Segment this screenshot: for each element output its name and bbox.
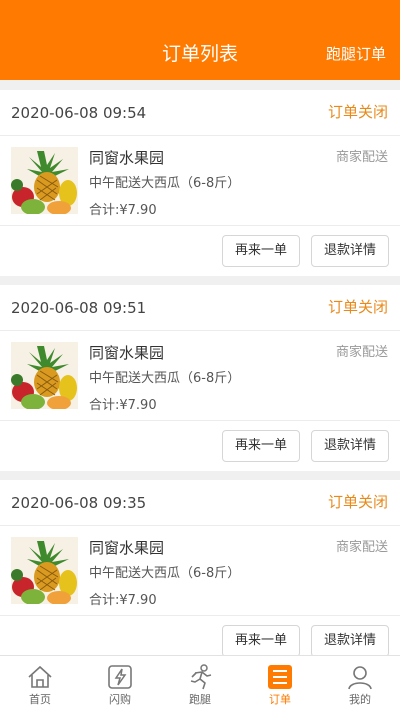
order-card-actions: 再来一单 退款详情: [0, 226, 400, 276]
tab-label: 跑腿: [189, 693, 211, 706]
tab-label: 闪购: [109, 693, 131, 706]
tab-profile[interactable]: 我的: [320, 656, 400, 711]
item-name: 中午配送大西瓜（6-8斤）: [89, 566, 241, 581]
errand-orders-link[interactable]: 跑腿订单: [326, 42, 386, 66]
order-card: 2020-06-08 09:51 订单关闭 同窗水果园 商家配送 中午配送大西瓜…: [0, 285, 400, 471]
order-total: 合计:¥7.90: [89, 398, 157, 413]
order-item[interactable]: 同窗水果园 商家配送 中午配送大西瓜（6-8斤） 合计:¥7.90: [0, 136, 400, 226]
order-total: 合计:¥7.90: [89, 203, 157, 218]
order-total: 合计:¥7.90: [89, 593, 157, 608]
shop-name: 同窗水果园: [89, 149, 165, 167]
home-icon: [26, 663, 54, 691]
shop-name: 同窗水果园: [89, 344, 165, 362]
product-thumbnail: [11, 342, 78, 409]
tab-errand[interactable]: 跑腿: [160, 656, 240, 711]
reorder-button[interactable]: 再来一单: [222, 625, 300, 657]
reorder-button[interactable]: 再来一单: [222, 235, 300, 267]
user-icon: [346, 663, 374, 691]
order-status: 订单关闭: [327, 103, 388, 121]
tab-home[interactable]: 首页: [0, 656, 80, 711]
shop-name: 同窗水果园: [89, 539, 165, 557]
order-item[interactable]: 同窗水果园 商家配送 中午配送大西瓜（6-8斤） 合计:¥7.90: [0, 526, 400, 616]
product-thumbnail: [11, 147, 78, 214]
tab-label: 订单: [269, 693, 291, 706]
tab-orders[interactable]: 订单: [240, 656, 320, 711]
tab-label: 首页: [29, 693, 51, 706]
order-list-icon: [266, 663, 294, 691]
refund-details-button[interactable]: 退款详情: [311, 235, 389, 267]
delivery-type: 商家配送: [335, 150, 388, 165]
delivery-type: 商家配送: [335, 345, 388, 360]
runner-icon: [186, 663, 214, 691]
order-time: 2020-06-08 09:51: [11, 299, 147, 317]
order-time: 2020-06-08 09:54: [11, 104, 147, 122]
flash-icon: [106, 663, 134, 691]
order-status: 订单关闭: [327, 493, 388, 511]
item-name: 中午配送大西瓜（6-8斤）: [89, 371, 241, 386]
tab-label: 我的: [349, 693, 371, 706]
order-status: 订单关闭: [327, 298, 388, 316]
reorder-button[interactable]: 再来一单: [222, 430, 300, 462]
order-time: 2020-06-08 09:35: [11, 494, 147, 512]
delivery-type: 商家配送: [335, 540, 388, 555]
order-item[interactable]: 同窗水果园 商家配送 中午配送大西瓜（6-8斤） 合计:¥7.90: [0, 331, 400, 421]
item-name: 中午配送大西瓜（6-8斤）: [89, 176, 241, 191]
order-card: 2020-06-08 09:35 订单关闭 同窗水果园 商家配送 中午配送大西瓜…: [0, 480, 400, 666]
refund-details-button[interactable]: 退款详情: [311, 625, 389, 657]
order-card-header: 2020-06-08 09:54 订单关闭: [0, 90, 400, 136]
tab-flash-sale[interactable]: 闪购: [80, 656, 160, 711]
order-card: 2020-06-08 09:54 订单关闭 同窗水果园 商家配送 中午配送大西瓜…: [0, 90, 400, 276]
bottom-tab-bar: 首页 闪购 跑腿 订单 我的: [0, 655, 400, 711]
refund-details-button[interactable]: 退款详情: [311, 430, 389, 462]
order-card-header: 2020-06-08 09:35 订单关闭: [0, 480, 400, 526]
order-card-header: 2020-06-08 09:51 订单关闭: [0, 285, 400, 331]
product-thumbnail: [11, 537, 78, 604]
order-card-actions: 再来一单 退款详情: [0, 421, 400, 471]
app-header: 订单列表 跑腿订单: [0, 0, 400, 80]
